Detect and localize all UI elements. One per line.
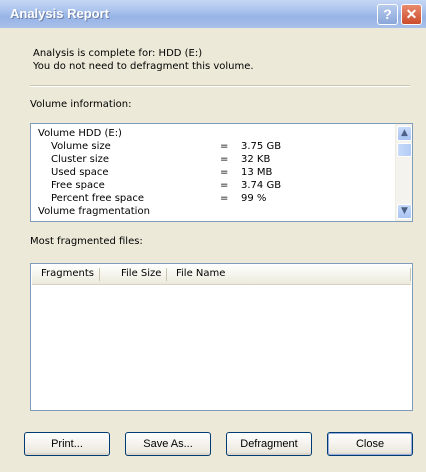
percent-free-label: Percent free space xyxy=(51,193,145,204)
equals-sign: = xyxy=(220,141,229,152)
close-button[interactable]: Close xyxy=(327,432,413,456)
scroll-thumb[interactable] xyxy=(397,143,412,157)
percent-free-value: 99 % xyxy=(241,193,267,204)
defragment-button[interactable]: Defragment xyxy=(226,432,312,456)
equals-sign: = xyxy=(220,180,229,191)
list-header: Fragments File Size File Name xyxy=(32,265,411,285)
volume-name-row: Volume HDD (E:) xyxy=(38,128,122,139)
volume-info-box[interactable]: Volume HDD (E:) Volume size = 3.75 GB Cl… xyxy=(30,123,413,222)
used-space-value: 13 MB xyxy=(241,167,273,178)
equals-sign: = xyxy=(220,193,229,204)
analysis-complete-text: Analysis is complete for: HDD (E:) xyxy=(33,48,203,59)
save-as-button[interactable]: Save As... xyxy=(125,432,211,456)
volume-info-scrollbar[interactable]: ▲ ▼ xyxy=(395,124,412,221)
volume-info-label: Volume information: xyxy=(30,99,132,110)
scroll-up-icon[interactable]: ▲ xyxy=(397,126,412,141)
separator xyxy=(30,85,410,87)
column-header-file-size[interactable]: File Size xyxy=(121,268,161,279)
fragmented-files-label: Most fragmented files: xyxy=(30,236,143,247)
cluster-size-label: Cluster size xyxy=(51,154,110,165)
scroll-down-icon[interactable]: ▼ xyxy=(397,204,412,219)
equals-sign: = xyxy=(220,167,229,178)
help-button[interactable]: ? xyxy=(377,4,398,25)
fragmented-files-list[interactable]: Fragments File Size File Name xyxy=(30,263,413,411)
close-window-button[interactable]: ✕ xyxy=(401,4,422,25)
column-divider[interactable] xyxy=(99,268,100,281)
column-header-fragments[interactable]: Fragments xyxy=(41,268,94,279)
equals-sign: = xyxy=(220,154,229,165)
window-title: Analysis Report xyxy=(10,6,109,21)
volume-size-value: 3.75 GB xyxy=(241,141,282,152)
title-bar: Analysis Report ? ✕ xyxy=(0,0,426,28)
free-space-label: Free space xyxy=(51,180,105,191)
column-divider[interactable] xyxy=(410,268,411,281)
volume-size-label: Volume size xyxy=(51,141,111,152)
free-space-value: 3.74 GB xyxy=(241,180,282,191)
print-button[interactable]: Print... xyxy=(24,432,110,456)
column-header-file-name[interactable]: File Name xyxy=(176,268,225,279)
used-space-label: Used space xyxy=(51,167,109,178)
volume-fragmentation-row: Volume fragmentation xyxy=(38,206,150,217)
cluster-size-value: 32 KB xyxy=(241,154,271,165)
no-defrag-needed-text: You do not need to defragment this volum… xyxy=(33,61,254,72)
column-divider[interactable] xyxy=(166,268,167,281)
